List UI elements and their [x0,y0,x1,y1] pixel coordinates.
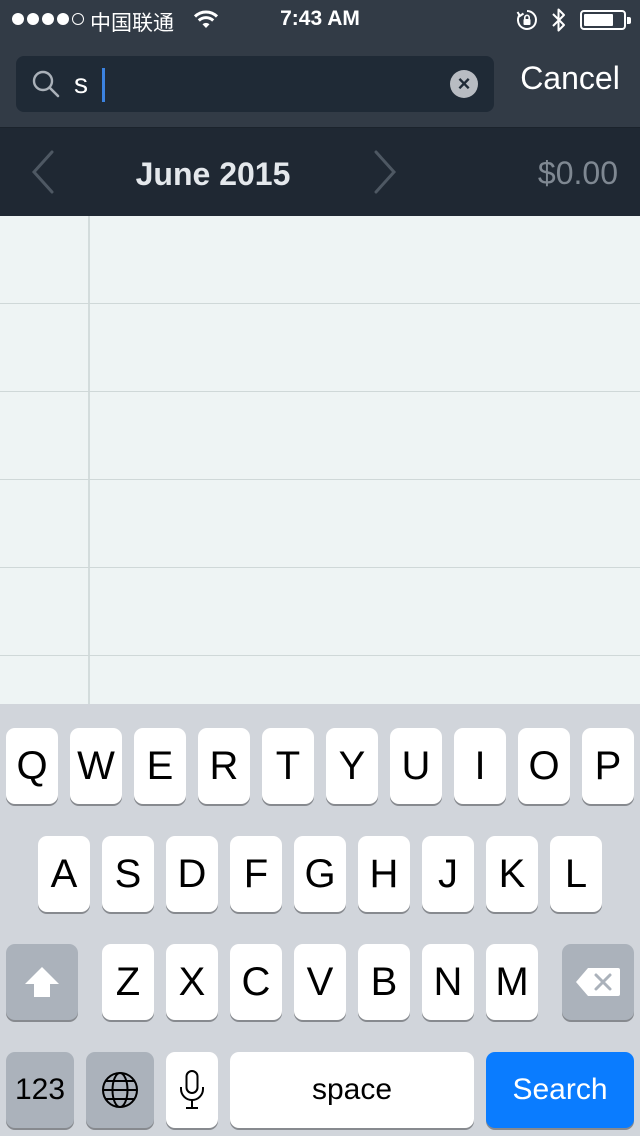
rotation-lock-icon [515,8,539,38]
key-i[interactable]: I [454,728,506,804]
ledger-row-line [0,655,640,656]
globe-icon [102,1072,138,1108]
globe-key[interactable] [86,1052,154,1128]
key-e[interactable]: E [134,728,186,804]
wifi-icon [193,8,219,36]
key-z[interactable]: Z [102,944,154,1020]
delete-key[interactable] [562,944,634,1020]
key-h[interactable]: H [358,836,410,912]
search-input[interactable] [74,64,444,104]
month-title: June 2015 [135,156,291,192]
cancel-button[interactable]: Cancel [506,60,634,97]
next-month-button[interactable] [364,148,404,196]
key-q[interactable]: Q [6,728,58,804]
key-g[interactable]: G [294,836,346,912]
numbers-key[interactable]: 123 [6,1052,74,1128]
search-key[interactable]: Search [486,1052,634,1128]
key-o[interactable]: O [518,728,570,804]
ledger-row-line [0,479,640,480]
carrier-name: 中国联通 [90,11,174,35]
key-x[interactable]: X [166,944,218,1020]
key-c[interactable]: C [230,944,282,1020]
search-bar: × Cancel [0,40,640,128]
key-v[interactable]: V [294,944,346,1020]
key-b[interactable]: B [358,944,410,1020]
battery-icon [580,10,631,30]
dictation-key[interactable] [166,1052,218,1128]
status-bar: 中国联通 7:43 AM [0,0,640,40]
key-n[interactable]: N [422,944,474,1020]
search-icon [30,68,62,105]
ledger-list [0,216,640,704]
key-u[interactable]: U [390,728,442,804]
space-key[interactable]: space [230,1052,474,1128]
key-k[interactable]: K [486,836,538,912]
key-p[interactable]: P [582,728,634,804]
previous-month-button[interactable] [24,148,64,196]
bluetooth-icon [550,7,568,39]
shift-key[interactable] [6,944,78,1020]
key-j[interactable]: J [422,836,474,912]
keyboard: Q W E R T Y U I O P A S D F G H J K L Z … [0,704,640,1136]
clear-icon[interactable]: × [450,70,478,98]
key-s[interactable]: S [102,836,154,912]
key-d[interactable]: D [166,836,218,912]
ledger-row-line [0,567,640,568]
shift-icon [25,967,59,997]
delete-icon [576,968,620,996]
ledger-row-line [0,303,640,304]
ledger-row-line [0,391,640,392]
signal-strength-icon [12,13,84,25]
key-y[interactable]: Y [326,728,378,804]
key-a[interactable]: A [38,836,90,912]
month-header: June 2015 $0.00 [0,128,640,216]
key-f[interactable]: F [230,836,282,912]
ledger-margin-line [88,216,90,704]
chevron-right-icon [374,150,397,194]
microphone-icon [180,1070,204,1109]
chevron-left-icon [31,150,54,194]
key-r[interactable]: R [198,728,250,804]
key-m[interactable]: M [486,944,538,1020]
key-w[interactable]: W [70,728,122,804]
key-t[interactable]: T [262,728,314,804]
key-l[interactable]: L [550,836,602,912]
month-total: $0.00 [537,155,618,191]
search-field[interactable]: × [16,56,494,112]
text-cursor [102,68,105,102]
